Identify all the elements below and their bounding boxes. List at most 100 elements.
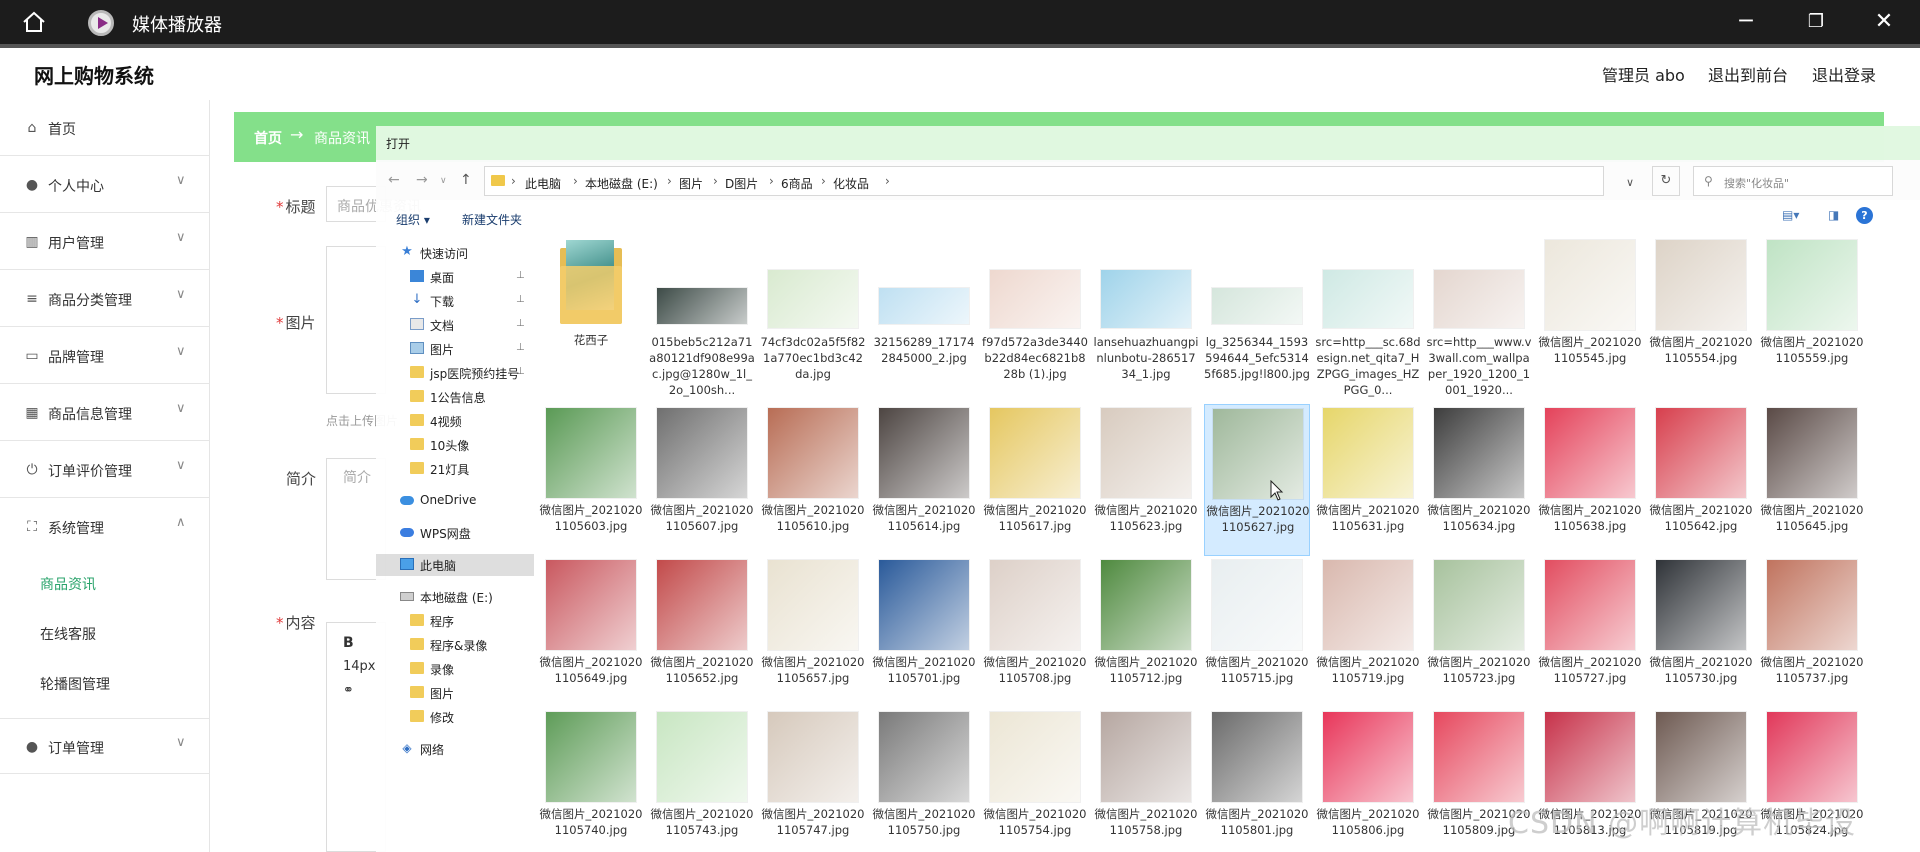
file-item[interactable]: 微信图片_20210201105627.jpg (1204, 404, 1310, 556)
sidebar-item-system[interactable]: ⛶ 系统管理 ∧ (0, 499, 210, 555)
view-options-icon[interactable]: ▤▾ (1782, 208, 1800, 222)
nav-item[interactable]: OneDrive (400, 490, 534, 512)
file-item[interactable]: 微信图片_20210201105727.jpg (1537, 556, 1643, 708)
file-item[interactable]: 微信图片_20210201105603.jpg (538, 404, 644, 556)
font-size-select[interactable]: 14px (343, 659, 376, 674)
file-item[interactable]: 微信图片_20210201105559.jpg (1759, 236, 1865, 388)
nav-item[interactable]: ◈ 网络 (400, 738, 534, 760)
back-to-frontend-link[interactable]: 退出到前台 (1708, 62, 1788, 86)
close-button[interactable]: ✕ (1864, 6, 1904, 38)
file-item[interactable]: 微信图片_20210201105701.jpg (871, 556, 977, 708)
file-item[interactable]: 微信图片_20210201105740.jpg (538, 708, 644, 852)
file-item[interactable]: 微信图片_20210201105737.jpg (1759, 556, 1865, 708)
file-item[interactable]: 微信图片_20210201105719.jpg (1315, 556, 1421, 708)
back-arrow-icon[interactable]: ← (388, 172, 400, 188)
help-icon[interactable]: ? (1856, 207, 1873, 224)
nav-item[interactable]: 图片 ⊥ (410, 338, 534, 360)
file-item[interactable]: 微信图片_20210201105754.jpg (982, 708, 1088, 852)
file-item[interactable]: 微信图片_20210201105743.jpg (649, 708, 755, 852)
file-item[interactable]: 微信图片_20210201105730.jpg (1648, 556, 1754, 708)
bold-button[interactable]: B (343, 635, 354, 651)
forward-arrow-icon[interactable]: → (416, 172, 428, 188)
file-item[interactable]: 微信图片_20210201105747.jpg (760, 708, 866, 852)
file-item[interactable]: 微信图片_20210201105712.jpg (1093, 556, 1199, 708)
file-item[interactable]: 微信图片_20210201105554.jpg (1648, 236, 1754, 388)
file-item[interactable]: 微信图片_20210201105634.jpg (1426, 404, 1532, 556)
up-arrow-icon[interactable]: ↑ (460, 172, 472, 188)
file-item[interactable]: src=http___sc.68design.net_qita7_HZPGG_i… (1315, 236, 1421, 397)
nav-item[interactable]: ↓ 下载 ⊥ (410, 290, 534, 312)
address-dropdown-icon[interactable]: ∨ (1626, 176, 1634, 189)
file-item[interactable]: 微信图片_20210201105715.jpg (1204, 556, 1310, 708)
sidebar-subitem-carousel[interactable]: 轮播图管理 (40, 674, 110, 694)
address-bar[interactable]: › 此电脑 › 本地磁盘 (E:) › 图片 › D图片 › 6商品 › 化妆品… (484, 166, 1604, 196)
file-item[interactable]: 微信图片_20210201105708.jpg (982, 556, 1088, 708)
file-item[interactable]: 微信图片_20210201105657.jpg (760, 556, 866, 708)
sidebar-item-brands[interactable]: ▭ 品牌管理 ∨ (0, 328, 210, 384)
file-item[interactable]: lg_3256344_1593594644_5efc53145f685.jpg!… (1204, 236, 1310, 388)
file-item[interactable]: 微信图片_20210201105610.jpg (760, 404, 866, 556)
nav-item[interactable]: 21灯具 (410, 458, 534, 480)
home-icon[interactable] (22, 11, 46, 33)
nav-item[interactable]: 本地磁盘 (E:) (400, 586, 534, 608)
folder-item[interactable]: 花西子 (538, 236, 644, 388)
nav-item[interactable]: 1公告信息 (410, 386, 534, 408)
file-item[interactable]: 微信图片_20210201105607.jpg (649, 404, 755, 556)
file-item[interactable]: 微信图片_20210201105545.jpg (1537, 236, 1643, 388)
sidebar-item-products[interactable]: ▦ 商品信息管理 ∨ (0, 385, 210, 441)
file-item[interactable]: 微信图片_20210201105638.jpg (1537, 404, 1643, 556)
sidebar-item-orders[interactable]: ● 订单管理 ∨ (0, 718, 210, 774)
file-item[interactable]: 微信图片_20210201105750.jpg (871, 708, 977, 852)
nav-item[interactable]: 程序 (410, 610, 534, 632)
nav-item[interactable]: WPS网盘 (400, 522, 534, 544)
nav-item[interactable]: 10头像 (410, 434, 534, 456)
sidebar-item-order-reviews[interactable]: ⏻ 订单评价管理 ∨ (0, 442, 210, 498)
file-item[interactable]: 32156289_171742845000_2.jpg (871, 236, 977, 388)
nav-item[interactable]: 程序&录像 (410, 634, 534, 656)
sidebar-subitem-online-service[interactable]: 在线客服 (40, 624, 96, 644)
file-item[interactable]: 微信图片_20210201105645.jpg (1759, 404, 1865, 556)
file-item[interactable]: f97d572a3de3440b22d84ec6821b828b (1).jpg (982, 236, 1088, 388)
sidebar-item-profile[interactable]: ● 个人中心 ∨ (0, 157, 210, 213)
logout-link[interactable]: 退出登录 (1812, 62, 1876, 86)
file-item[interactable]: 微信图片_20210201105631.jpg (1315, 404, 1421, 556)
file-item[interactable]: 微信图片_20210201105758.jpg (1093, 708, 1199, 852)
nav-item[interactable]: 4视频 (410, 410, 534, 432)
nav-item[interactable]: 文档 ⊥ (410, 314, 534, 336)
link-icon[interactable]: ⚭ (343, 683, 354, 698)
path-segment[interactable]: 此电脑 (525, 175, 561, 192)
path-segment[interactable]: 6商品 (781, 175, 813, 192)
file-item[interactable]: 微信图片_20210201105649.jpg (538, 556, 644, 708)
file-item[interactable]: src=http___www.v3wall.com_wallpaper_1920… (1426, 236, 1532, 397)
search-input[interactable]: ⚲ 搜索"化妆品" (1693, 166, 1893, 196)
recent-chevron-icon[interactable]: ∨ (440, 176, 447, 186)
admin-user-label[interactable]: 管理员 abo (1602, 62, 1685, 86)
sidebar-item-categories[interactable]: ≡ 商品分类管理 ∨ (0, 271, 210, 327)
nav-item[interactable]: 修改 (410, 706, 534, 728)
new-folder-button[interactable]: 新建文件夹 (462, 211, 522, 228)
breadcrumb-home[interactable]: 首页 (254, 128, 282, 148)
file-item[interactable]: 微信图片_20210201105723.jpg (1426, 556, 1532, 708)
path-segment[interactable]: D图片 (725, 175, 758, 192)
nav-item[interactable]: jsp医院预约挂号 ⊥ (410, 362, 534, 384)
file-item[interactable]: 74cf3dc02a5f5f821a770ec1bd3c42da.jpg (760, 236, 866, 388)
preview-pane-icon[interactable]: ◨ (1828, 208, 1846, 222)
file-item[interactable]: 微信图片_20210201105642.jpg (1648, 404, 1754, 556)
sidebar-item-home[interactable]: ⌂ 首页 (0, 100, 210, 156)
nav-item[interactable]: 此电脑 (376, 554, 534, 576)
file-item[interactable]: 015beb5c212a71a80121df908e99ac.jpg@1280w… (649, 236, 755, 397)
minimize-button[interactable]: ─ (1726, 6, 1766, 38)
file-item[interactable]: 微信图片_20210201105801.jpg (1204, 708, 1310, 852)
path-segment[interactable]: 图片 (679, 175, 703, 192)
nav-item[interactable]: ★ 快速访问 (400, 242, 534, 264)
file-item[interactable]: 微信图片_20210201105806.jpg (1315, 708, 1421, 852)
nav-item[interactable]: 桌面 ⊥ (410, 266, 534, 288)
nav-item[interactable]: 录像 (410, 658, 534, 680)
file-item[interactable]: 微信图片_20210201105617.jpg (982, 404, 1088, 556)
file-item[interactable]: lansehuazhuangpinlunbotu-28651734_1.jpg (1093, 236, 1199, 388)
sidebar-subitem-news[interactable]: 商品资讯 (40, 574, 96, 594)
organize-button[interactable]: 组织 ▾ (396, 211, 430, 228)
file-item[interactable]: 微信图片_20210201105652.jpg (649, 556, 755, 708)
sidebar-item-users[interactable]: ▥ 用户管理 ∨ (0, 214, 210, 270)
file-item[interactable]: 微信图片_20210201105614.jpg (871, 404, 977, 556)
